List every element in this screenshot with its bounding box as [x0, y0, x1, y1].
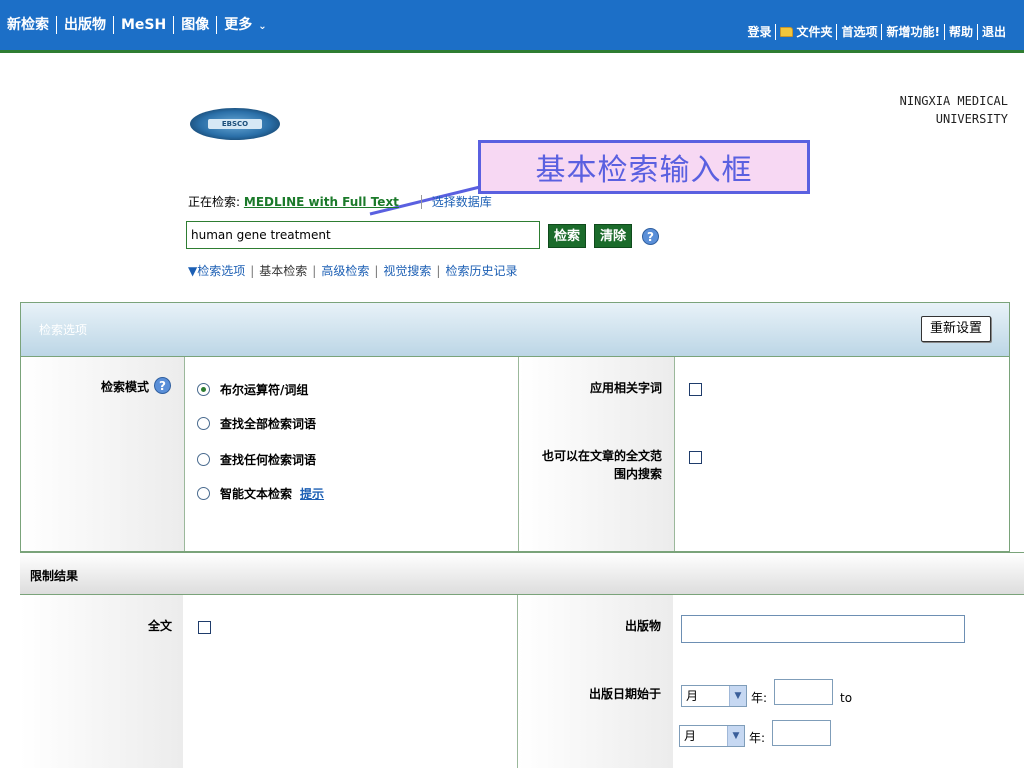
month-from-value: 月 [686, 689, 699, 703]
publication-label: 出版物 [624, 619, 661, 633]
search-input[interactable] [186, 221, 540, 249]
radio-icon[interactable] [197, 453, 210, 466]
fulltext-search-checkbox[interactable] [689, 451, 702, 464]
radio-selected-icon[interactable] [197, 383, 210, 396]
search-mode-help-icon[interactable]: ? [154, 377, 171, 394]
search-button[interactable]: 检索 [548, 224, 587, 248]
search-mode-label: 检索模式 [100, 380, 149, 394]
search-mode-links: ▼检索选项 | 基本检索 | 高级检索 | 视觉搜索 | 检索历史记录 [188, 264, 518, 278]
search-options-toggle[interactable]: ▼检索选项 [188, 264, 245, 278]
column-divider [184, 357, 185, 551]
related-words-checkbox[interactable] [689, 383, 702, 396]
fulltext-search-label: 也可以在文章的全文范围内搜索 [519, 447, 662, 483]
searching-database-row: 正在检索: MEDLINE with Full Text 选择数据库 [188, 193, 492, 210]
mode-find-any[interactable]: 查找任何检索词语 [197, 451, 316, 468]
fulltext-search-label-line1: 也可以在文章的全文范 [541, 449, 662, 463]
mode-smart-text-label: 智能文本检索 [220, 487, 293, 501]
mode-find-all[interactable]: 查找全部检索词语 [197, 415, 316, 432]
fulltext-search-label-line2: 围内搜索 [613, 467, 662, 481]
month-from-select[interactable]: 月 ▼ [681, 685, 747, 707]
year-from-input[interactable] [774, 679, 833, 705]
limit-results-title: 限制结果 [30, 569, 79, 583]
month-to-select[interactable]: 月 ▼ [679, 725, 745, 747]
basic-search-link[interactable]: 基本检索 [259, 264, 307, 278]
limit-results-section: 全文 出版物 出版日期始于 月 ▼ 年: to 月 ▼ 年: [20, 595, 1024, 768]
clear-button[interactable]: 清除 [594, 224, 633, 248]
visual-search-link[interactable]: 视觉搜索 [383, 264, 431, 278]
searching-label: 正在检索: [188, 195, 241, 209]
search-options-panel: 检索选项 重新设置 检索模式 ? 布尔运算符/词组 查找全部检索词语 查找任何检… [20, 302, 1010, 552]
database-name[interactable]: MEDLINE with Full Text [244, 195, 399, 209]
mode-boolean[interactable]: 布尔运算符/词组 [197, 381, 308, 398]
publication-input[interactable] [681, 615, 965, 643]
limit-results-header: 限制结果 [20, 552, 1024, 595]
advanced-search-link[interactable]: 高级检索 [321, 264, 369, 278]
year-to-input[interactable] [772, 720, 831, 746]
year-from-label: 年: [751, 691, 768, 705]
mode-boolean-label: 布尔运算符/词组 [220, 383, 309, 397]
fulltext-checkbox[interactable] [198, 621, 211, 634]
hint-link[interactable]: 提示 [300, 485, 324, 502]
to-label: to [840, 691, 853, 705]
reset-button[interactable]: 重新设置 [920, 316, 991, 342]
panel-header: 检索选项 重新设置 [21, 303, 1009, 357]
choose-database-link[interactable]: 选择数据库 [420, 195, 492, 209]
radio-icon[interactable] [197, 487, 210, 500]
mode-find-any-label: 查找任何检索词语 [220, 453, 317, 467]
mode-find-all-label: 查找全部检索词语 [220, 417, 317, 431]
dropdown-arrow-icon: ▼ [727, 726, 744, 746]
help-icon[interactable]: ? [642, 228, 659, 245]
annotation-callout: 基本检索输入框 [478, 140, 810, 194]
year-to-label: 年: [749, 731, 766, 745]
pubdate-from-label: 出版日期始于 [588, 687, 661, 701]
related-words-label: 应用相关字词 [589, 381, 662, 395]
mode-smart-text[interactable]: 智能文本检索 提示 [197, 485, 324, 502]
search-history-link[interactable]: 检索历史记录 [445, 264, 517, 278]
dropdown-arrow-icon: ▼ [729, 686, 746, 706]
radio-icon[interactable] [197, 417, 210, 430]
column-divider [674, 357, 675, 551]
month-to-value: 月 [684, 729, 697, 743]
panel-title: 检索选项 [39, 323, 88, 337]
fulltext-label: 全文 [147, 619, 172, 633]
